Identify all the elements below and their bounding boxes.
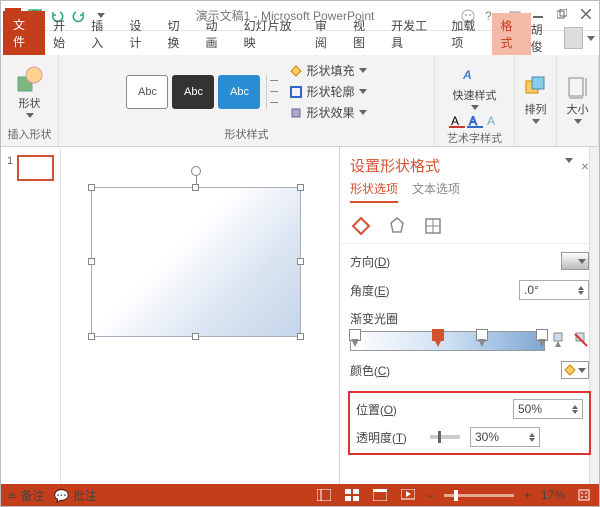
comments-button[interactable]: 💬 批注: [54, 487, 96, 504]
resize-handle[interactable]: [192, 333, 199, 340]
slide-thumb-1[interactable]: 1: [7, 155, 54, 181]
angle-spinner[interactable]: .0°: [519, 280, 589, 300]
direction-label: 方向(D): [350, 253, 414, 270]
size-button[interactable]: 大小: [561, 73, 595, 126]
angle-label: 角度(E): [350, 282, 414, 299]
shapes-button[interactable]: 形状: [12, 63, 48, 120]
svg-text:A: A: [451, 114, 459, 128]
fit-window-icon[interactable]: [575, 488, 593, 502]
ribbon: 形状 插入形状 Abc Abc Abc 形状填充 形状轮廓 形状效果 形状样式 …: [1, 55, 599, 147]
color-combo[interactable]: [561, 361, 589, 379]
shape-outline-button[interactable]: 形状轮廓: [290, 83, 366, 100]
svg-text:A: A: [469, 114, 477, 128]
add-stop-icon[interactable]: [551, 331, 567, 351]
pane-tab-text[interactable]: 文本选项: [412, 180, 460, 203]
view-slideshow-icon[interactable]: [399, 488, 417, 502]
style-preset-3[interactable]: Abc: [218, 75, 260, 109]
ribbon-tabs: 文件 开始 插入 设计 切换 动画 幻灯片放映 审阅 视图 开发工具 加载项 格…: [1, 31, 599, 55]
position-label: 位置(O): [356, 401, 420, 418]
tab-insert[interactable]: 插入: [83, 13, 121, 55]
shape-fill-button[interactable]: 形状填充: [290, 62, 366, 79]
avatar[interactable]: [564, 27, 583, 49]
svg-text:A: A: [487, 114, 495, 128]
tab-slideshow[interactable]: 幻灯片放映: [236, 13, 307, 55]
style-preset-1[interactable]: Abc: [126, 75, 168, 109]
remove-stop-icon[interactable]: [573, 331, 589, 351]
slide-canvas[interactable]: [61, 147, 339, 484]
group-wordart: 艺术字样式: [447, 128, 502, 146]
text-outline-icon[interactable]: A: [467, 114, 483, 128]
notes-button[interactable]: ≐ 备注: [7, 487, 44, 504]
tab-view[interactable]: 视图: [345, 13, 383, 55]
svg-text:A: A: [462, 68, 472, 82]
tab-file[interactable]: 文件: [3, 11, 45, 55]
zoom-level[interactable]: 17%: [541, 488, 565, 502]
stops-label: 渐变光圈: [350, 310, 589, 327]
transparency-spinner[interactable]: 30%: [470, 427, 540, 447]
resize-handle[interactable]: [88, 184, 95, 191]
gradient-stops[interactable]: [350, 331, 545, 351]
view-sorter-icon[interactable]: [343, 488, 361, 502]
style-preset-2[interactable]: Abc: [172, 75, 214, 109]
group-insert-shapes: 插入形状: [8, 124, 52, 142]
tab-transitions[interactable]: 切换: [159, 13, 197, 55]
pane-close-icon[interactable]: ×: [581, 158, 589, 174]
direction-combo[interactable]: [561, 252, 589, 270]
color-label: 颜色(C): [350, 362, 414, 379]
thumbnail-pane: 1: [1, 147, 61, 484]
resize-handle[interactable]: [297, 333, 304, 340]
tab-review[interactable]: 审阅: [307, 13, 345, 55]
resize-handle[interactable]: [297, 258, 304, 265]
resize-handle[interactable]: [192, 184, 199, 191]
highlighted-section: 位置(O) 50% 透明度(T) 30%: [348, 391, 591, 455]
tab-design[interactable]: 设计: [121, 13, 159, 55]
zoom-in-icon[interactable]: +: [524, 488, 531, 502]
resize-handle[interactable]: [88, 258, 95, 265]
resize-handle[interactable]: [297, 184, 304, 191]
view-reading-icon[interactable]: [371, 488, 389, 502]
size-category-icon[interactable]: [422, 215, 444, 237]
selected-shape[interactable]: [91, 187, 301, 337]
transparency-label: 透明度(T): [356, 429, 420, 446]
pane-menu-icon[interactable]: [565, 158, 573, 163]
gallery-more-icon[interactable]: [266, 75, 280, 109]
tab-format[interactable]: 格式: [492, 13, 530, 55]
tab-home[interactable]: 开始: [45, 13, 83, 55]
format-shape-pane: 设置形状格式 × 形状选项 文本选项 方向(D) 角度(E) .0°: [339, 147, 599, 484]
tab-animations[interactable]: 动画: [198, 13, 236, 55]
tab-addins[interactable]: 加载项: [443, 13, 492, 55]
zoom-slider[interactable]: [444, 494, 514, 497]
tab-developer[interactable]: 开发工具: [383, 13, 443, 55]
text-fill-icon[interactable]: A: [449, 114, 465, 128]
resize-handle[interactable]: [88, 333, 95, 340]
rotate-handle[interactable]: [191, 166, 201, 176]
group-shape-styles: 形状样式: [225, 124, 269, 142]
pane-title: 设置形状格式: [350, 155, 440, 176]
quickstyles-button[interactable]: A 快速样式: [449, 59, 501, 112]
view-normal-icon[interactable]: [315, 488, 333, 502]
text-effects-icon[interactable]: A: [485, 114, 501, 128]
status-bar: ≐ 备注 💬 批注 – + 17%: [1, 484, 599, 506]
position-spinner[interactable]: 50%: [513, 399, 583, 419]
shape-effects-button[interactable]: 形状效果: [290, 104, 366, 121]
transparency-slider[interactable]: [430, 435, 460, 439]
pane-tab-shape[interactable]: 形状选项: [350, 180, 398, 203]
zoom-out-icon[interactable]: –: [427, 488, 434, 502]
arrange-button[interactable]: 排列: [519, 73, 553, 126]
effects-category-icon[interactable]: [386, 215, 408, 237]
fill-category-icon[interactable]: [350, 215, 372, 237]
user-name[interactable]: 胡俊: [531, 21, 552, 55]
user-menu-icon[interactable]: [587, 36, 595, 41]
